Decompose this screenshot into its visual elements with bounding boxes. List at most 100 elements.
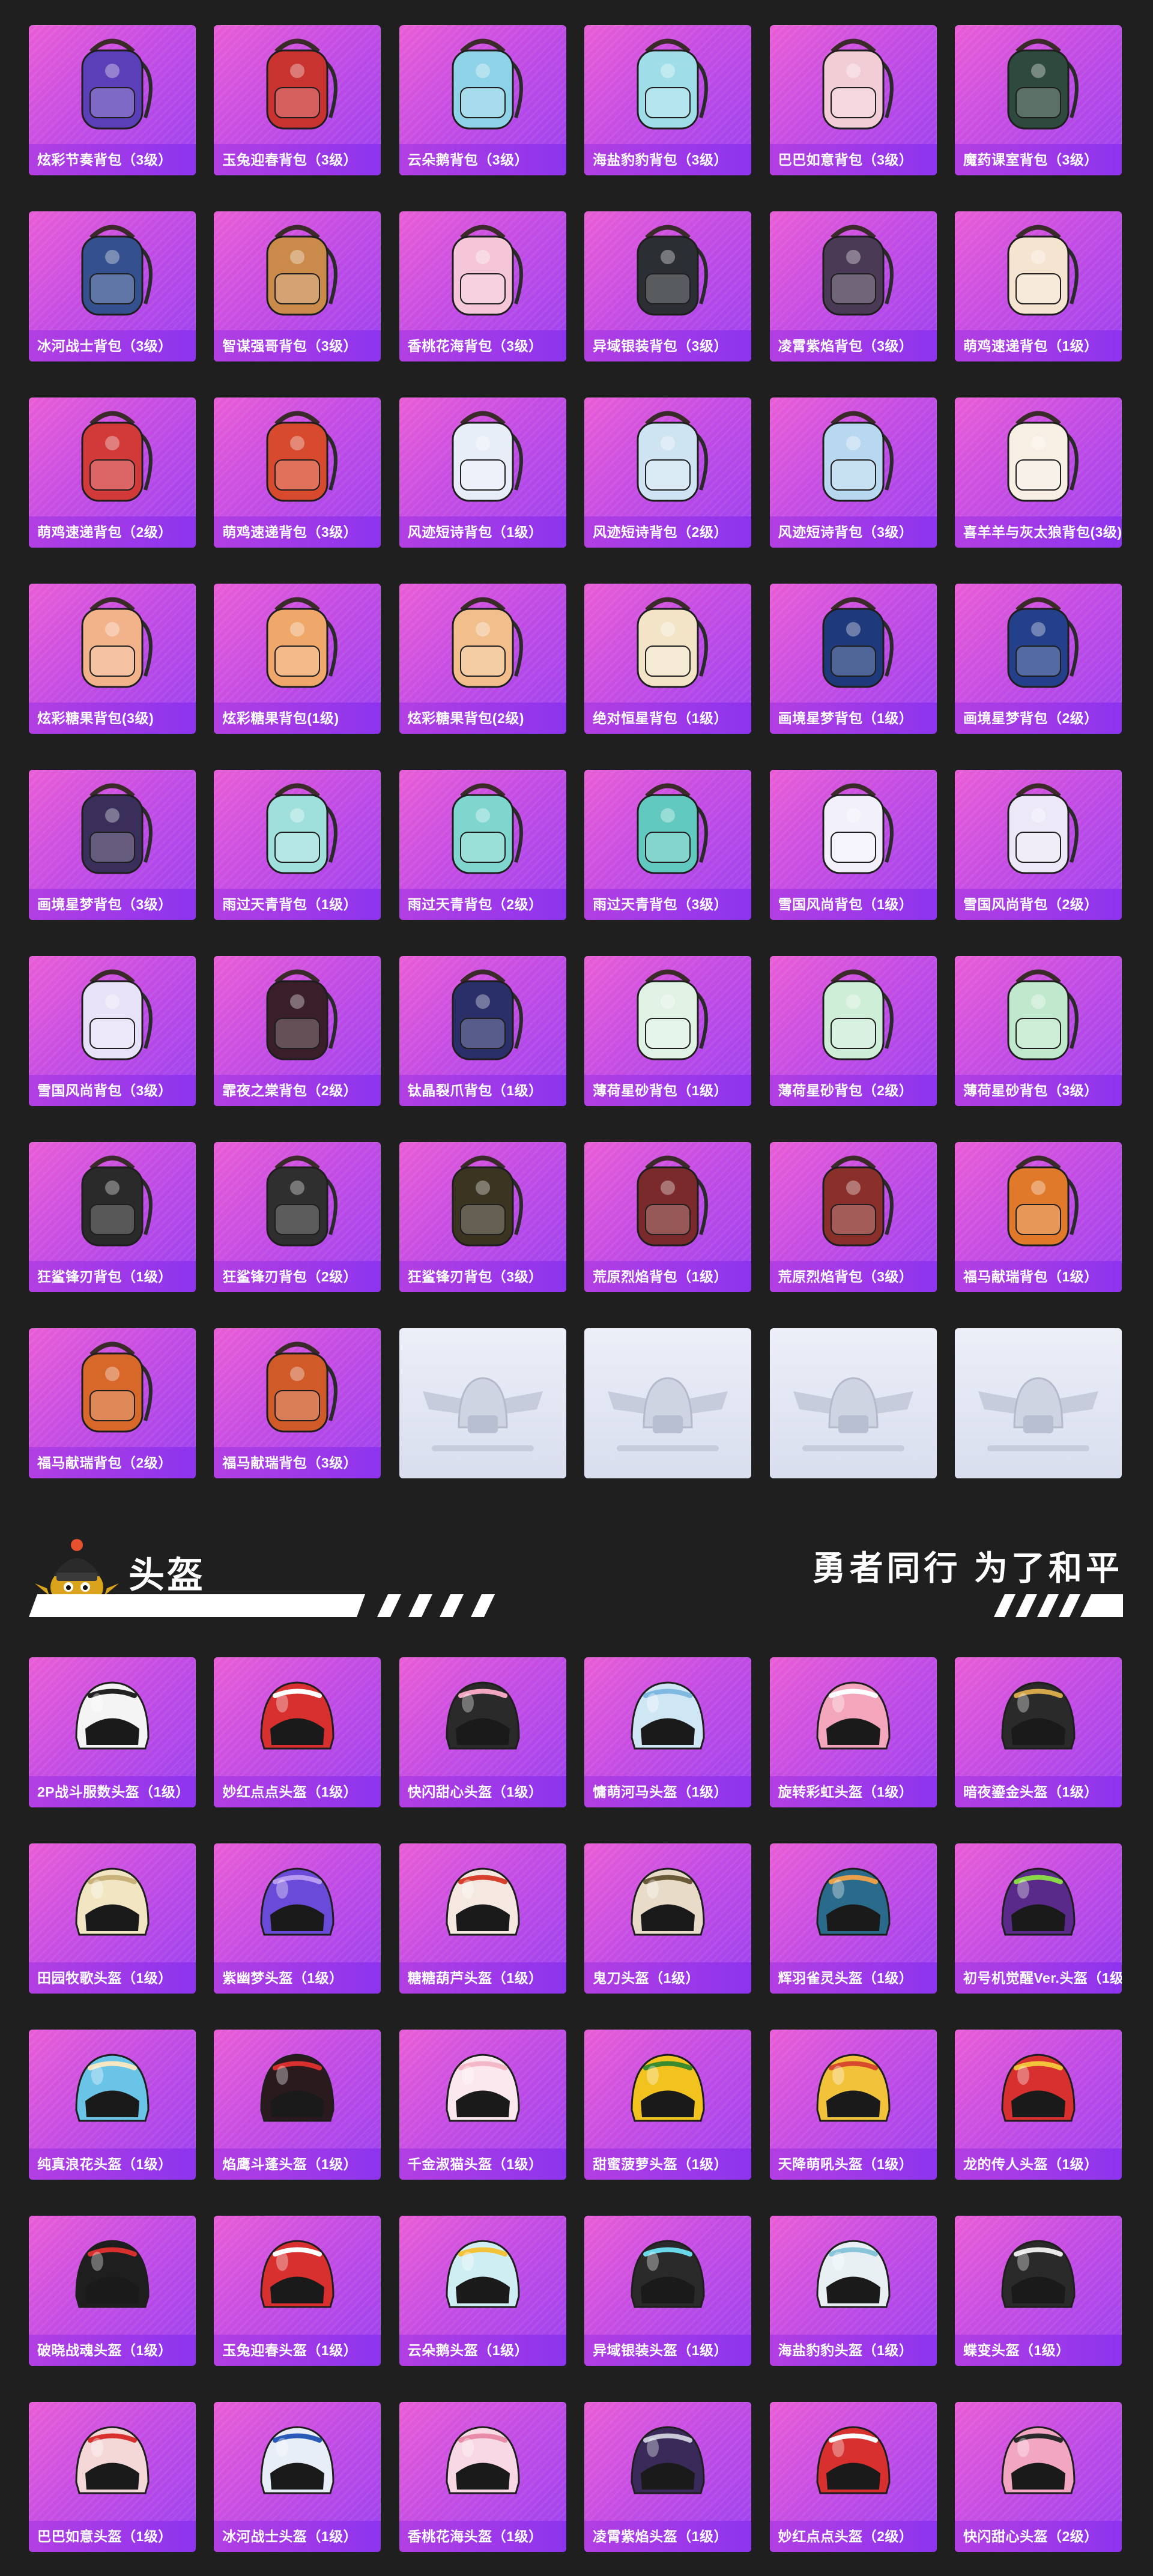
helmet-card[interactable]: 旋转彩虹头盔（1级）: [769, 1657, 937, 1807]
helmet-card[interactable]: 破晓战魂头盔（1级）: [29, 2216, 196, 2366]
helmet-icon: [584, 1657, 751, 1776]
helmet-card[interactable]: 玉兔迎春头盔（1级）: [214, 2216, 381, 2366]
backpack-card[interactable]: 风迹短诗背包（2级）: [584, 398, 752, 548]
backpack-card[interactable]: 狂鲨锋刃背包（2级）: [214, 1142, 381, 1292]
backpack-card[interactable]: 萌鸡速递背包（1级）: [954, 211, 1122, 361]
backpack-card[interactable]: 荒原烈焰背包（1级）: [584, 1142, 752, 1292]
backpack-name: 玉兔迎春背包（3级）: [214, 144, 381, 175]
backpack-name: 雨过天青背包（3级）: [584, 889, 752, 920]
backpack-card[interactable]: 萌鸡速递背包（3级）: [214, 398, 381, 548]
placeholder-card[interactable]: [399, 1328, 566, 1478]
helmet-card[interactable]: 凌霄紫焰头盔（1级）: [584, 2402, 752, 2552]
backpack-card[interactable]: 凌霄紫焰背包（3级）: [769, 211, 937, 361]
backpack-card[interactable]: 萌鸡速递背包（2级）: [29, 398, 196, 548]
helmet-card[interactable]: 初号机觉醒Ver.头盔（1级）: [954, 1843, 1122, 1994]
helmet-card[interactable]: 焰鹰斗蓬头盔（1级）: [214, 2030, 381, 2180]
header-stripe-bar-right: [994, 1594, 1123, 1617]
backpack-card[interactable]: 雨过天青背包（3级）: [584, 770, 752, 920]
helmet-card[interactable]: 海盐豹豹头盔（1级）: [769, 2216, 937, 2366]
helmet-card[interactable]: 妙红点点头盔（1级）: [214, 1657, 381, 1807]
backpack-card[interactable]: 智谋强哥背包（3级）: [214, 211, 381, 361]
backpack-icon: [584, 956, 751, 1075]
helmet-card[interactable]: 田园牧歌头盔（1级）: [29, 1843, 196, 1994]
helmet-card[interactable]: 异域银装头盔（1级）: [584, 2216, 752, 2366]
backpack-name: 画境星梦背包（3级）: [29, 889, 196, 920]
placeholder-card[interactable]: [954, 1328, 1122, 1478]
backpack-name: 喜羊羊与灰太狼背包(3级): [954, 516, 1122, 548]
helmet-icon: [399, 2402, 566, 2521]
helmet-card[interactable]: 巴巴如意头盔（1级）: [29, 2402, 196, 2552]
backpack-card[interactable]: 画境星梦背包（3级）: [29, 770, 196, 920]
helmet-card[interactable]: 鬼刀头盔（1级）: [584, 1843, 752, 1994]
backpack-card[interactable]: 霏夜之棠背包（2级）: [214, 956, 381, 1106]
backpack-card[interactable]: 雨过天青背包（2级）: [399, 770, 566, 920]
backpack-card[interactable]: 海盐豹豹背包（3级）: [584, 25, 752, 175]
helmet-card[interactable]: 龙的传人头盔（1级）: [954, 2030, 1122, 2180]
backpack-card[interactable]: 雪国风尚背包（3级）: [29, 956, 196, 1106]
backpack-card[interactable]: 薄荷星砂背包（2级）: [769, 956, 937, 1106]
backpack-card[interactable]: 巴巴如意背包（3级）: [769, 25, 937, 175]
helmet-icon: [770, 1843, 937, 1962]
helmet-card[interactable]: 千金淑猫头盔（1级）: [399, 2030, 566, 2180]
helmet-card[interactable]: 甜蜜菠萝头盔（1级）: [584, 2030, 752, 2180]
backpack-card[interactable]: 雨过天青背包（1级）: [214, 770, 381, 920]
helmet-card[interactable]: 辉羽雀灵头盔（1级）: [769, 1843, 937, 1994]
backpack-name: 薄荷星砂背包（2级）: [769, 1075, 937, 1106]
backpack-card[interactable]: 薄荷星砂背包（3级）: [954, 956, 1122, 1106]
helmet-card[interactable]: 云朵鹅头盔（1级）: [399, 2216, 566, 2366]
backpack-card[interactable]: 荒原烈焰背包（3级）: [769, 1142, 937, 1292]
helmet-card[interactable]: 妙红点点头盔（2级）: [769, 2402, 937, 2552]
helmet-card[interactable]: 冰河战士头盔（1级）: [214, 2402, 381, 2552]
backpack-card[interactable]: 福马献瑞背包（2级）: [29, 1328, 196, 1478]
backpack-card[interactable]: 画境星梦背包（2级）: [954, 584, 1122, 734]
helmet-card[interactable]: 慵萌河马头盔（1级）: [584, 1657, 752, 1807]
backpack-card[interactable]: 喜羊羊与灰太狼背包(3级): [954, 398, 1122, 548]
backpack-card[interactable]: 炫彩糖果背包(2级): [399, 584, 566, 734]
backpack-card[interactable]: 风迹短诗背包（3级）: [769, 398, 937, 548]
helmet-icon: [214, 2216, 381, 2335]
backpack-card[interactable]: 异域银装背包（3级）: [584, 211, 752, 361]
backpack-name: 香桃花海背包（3级）: [399, 330, 566, 361]
backpack-name: 雪国风尚背包（1级）: [769, 889, 937, 920]
backpack-card[interactable]: 画境星梦背包（1级）: [769, 584, 937, 734]
backpack-card[interactable]: 风迹短诗背包（1级）: [399, 398, 566, 548]
backpack-card[interactable]: 狂鲨锋刃背包（1级）: [29, 1142, 196, 1292]
backpack-icon: [770, 25, 937, 144]
backpack-card[interactable]: 绝对恒星背包（1级）: [584, 584, 752, 734]
backpack-card[interactable]: 炫彩节奏背包（3级）: [29, 25, 196, 175]
backpack-card[interactable]: 狂鲨锋刃背包（3级）: [399, 1142, 566, 1292]
helmet-card[interactable]: 紫幽梦头盔（1级）: [214, 1843, 381, 1994]
backpack-card[interactable]: 玉兔迎春背包（3级）: [214, 25, 381, 175]
helmet-name: 冰河战士头盔（1级）: [214, 2521, 381, 2552]
backpack-card[interactable]: 钛晶裂爪背包（1级）: [399, 956, 566, 1106]
backpack-card[interactable]: 炫彩糖果背包(3级): [29, 584, 196, 734]
backpack-card[interactable]: 薄荷星砂背包（1级）: [584, 956, 752, 1106]
helmet-icon: [584, 2216, 751, 2335]
helmet-card[interactable]: 快闪甜心头盔（1级）: [399, 1657, 566, 1807]
helmet-card[interactable]: 暗夜鎏金头盔（1级）: [954, 1657, 1122, 1807]
placeholder-card[interactable]: [769, 1328, 937, 1478]
helmet-card[interactable]: 快闪甜心头盔（2级）: [954, 2402, 1122, 2552]
helmet-card[interactable]: 纯真浪花头盔（1级）: [29, 2030, 196, 2180]
backpack-card[interactable]: 香桃花海背包（3级）: [399, 211, 566, 361]
helmet-card[interactable]: 2P战斗服数头盔（1级）: [29, 1657, 196, 1807]
placeholder-card[interactable]: [584, 1328, 752, 1478]
backpack-icon: [584, 1142, 751, 1261]
helmet-icon: [29, 2030, 196, 2148]
helmet-card[interactable]: 天降萌吼头盔（1级）: [769, 2030, 937, 2180]
backpack-name: 福马献瑞背包（1级）: [954, 1261, 1122, 1292]
backpack-card[interactable]: 雪国风尚背包（1级）: [769, 770, 937, 920]
backpack-card[interactable]: 炫彩糖果背包(1级): [214, 584, 381, 734]
backpack-name: 冰河战士背包（3级）: [29, 330, 196, 361]
helmet-card[interactable]: 蝶变头盔（1级）: [954, 2216, 1122, 2366]
backpack-card[interactable]: 魔药课室背包（3级）: [954, 25, 1122, 175]
backpack-card[interactable]: 福马献瑞背包（1级）: [954, 1142, 1122, 1292]
helmet-card[interactable]: 糖糖葫芦头盔（1级）: [399, 1843, 566, 1994]
helmet-card[interactable]: 香桃花海头盔（1级）: [399, 2402, 566, 2552]
backpack-card[interactable]: 云朵鹅背包（3级）: [399, 25, 566, 175]
backpack-icon: [584, 584, 751, 703]
backpack-card[interactable]: 福马献瑞背包（3级）: [214, 1328, 381, 1478]
backpack-icon: [214, 770, 381, 889]
backpack-card[interactable]: 雪国风尚背包（2级）: [954, 770, 1122, 920]
backpack-card[interactable]: 冰河战士背包（3级）: [29, 211, 196, 361]
